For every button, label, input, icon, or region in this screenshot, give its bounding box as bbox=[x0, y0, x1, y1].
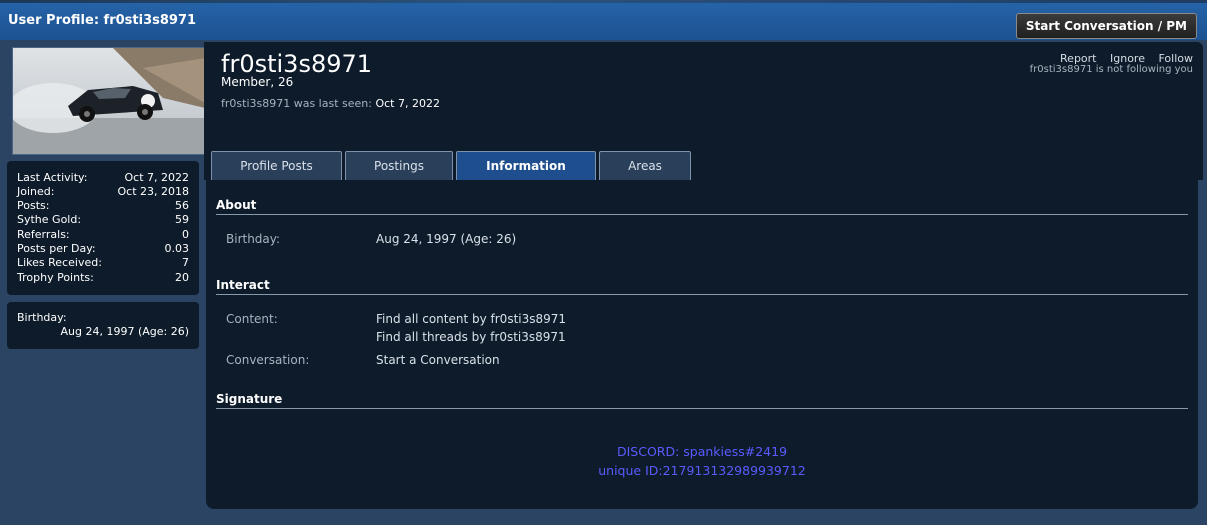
avatar-image bbox=[13, 48, 205, 154]
interact-heading: Interact bbox=[216, 278, 270, 292]
follow-status: fr0sti3s8971 is not following you bbox=[1029, 64, 1193, 75]
last-seen-label: fr0sti3s8971 was last seen: bbox=[221, 97, 372, 110]
signature-heading: Signature bbox=[216, 392, 283, 406]
stat-row: Posts per Day: 0.03 bbox=[17, 242, 189, 256]
interact-divider bbox=[216, 294, 1188, 295]
stat-value: 0 bbox=[182, 228, 189, 241]
tab-information[interactable]: Information bbox=[456, 151, 596, 180]
about-heading: About bbox=[216, 198, 257, 212]
stat-value: Oct 7, 2022 bbox=[124, 171, 189, 184]
stat-label: Trophy Points: bbox=[17, 271, 94, 284]
stat-label: Posts: bbox=[17, 199, 50, 212]
stat-row: Referrals: 0 bbox=[17, 228, 189, 242]
username: fr0sti3s8971 bbox=[221, 50, 373, 78]
stat-row: Likes Received: 7 bbox=[17, 256, 189, 270]
stat-value: 7 bbox=[182, 256, 189, 269]
stat-value: 56 bbox=[175, 199, 189, 212]
avatar[interactable] bbox=[12, 47, 206, 155]
find-all-threads-link[interactable]: Find all threads by fr0sti3s8971 bbox=[376, 330, 566, 344]
birthday-box-value: Aug 24, 1997 (Age: 26) bbox=[60, 325, 189, 338]
stat-row: Last Activity: Oct 7, 2022 bbox=[17, 171, 189, 185]
last-seen: fr0sti3s8971 was last seen: Oct 7, 2022 bbox=[221, 97, 440, 110]
stat-value: 59 bbox=[175, 213, 189, 226]
about-divider bbox=[216, 214, 1188, 215]
tab-areas[interactable]: Areas bbox=[599, 151, 691, 180]
find-all-content-link[interactable]: Find all content by fr0sti3s8971 bbox=[376, 312, 566, 326]
birthday-value: Aug 24, 1997 (Age: 26) bbox=[376, 232, 517, 246]
birthday-label: Birthday: bbox=[226, 232, 281, 246]
stat-label: Joined: bbox=[17, 185, 55, 198]
conversation-label: Conversation: bbox=[226, 353, 310, 367]
signature-divider bbox=[216, 408, 1188, 409]
start-conversation-button[interactable]: Start Conversation / PM bbox=[1015, 13, 1197, 39]
user-title: Member, 26 bbox=[221, 75, 294, 89]
stat-label: Posts per Day: bbox=[17, 242, 96, 255]
birthday-box: Birthday: Aug 24, 1997 (Age: 26) bbox=[7, 302, 199, 349]
stats-box: Last Activity: Oct 7, 2022 Joined: Oct 23,… bbox=[7, 161, 199, 295]
start-conversation-link[interactable]: Start a Conversation bbox=[376, 353, 500, 367]
stat-label: Likes Received: bbox=[17, 256, 102, 269]
stat-value: 0.03 bbox=[164, 242, 190, 255]
stat-label: Sythe Gold: bbox=[17, 213, 82, 226]
stat-row: Posts: 56 bbox=[17, 199, 189, 213]
content-label: Content: bbox=[226, 312, 278, 326]
stat-value: 20 bbox=[175, 271, 189, 284]
stat-value: Oct 23, 2018 bbox=[117, 185, 190, 198]
last-seen-date: Oct 7, 2022 bbox=[375, 97, 440, 110]
signature-unique-id: unique ID:217913132989939712 bbox=[598, 463, 806, 478]
information-content bbox=[206, 180, 1198, 509]
stat-row: Trophy Points: 20 bbox=[17, 271, 189, 285]
stat-label: Last Activity: bbox=[17, 171, 88, 184]
signature-discord: DISCORD: spankiess#2419 bbox=[616, 444, 788, 459]
stat-row: Joined: Oct 23, 2018 bbox=[17, 185, 189, 199]
tab-profile-posts[interactable]: Profile Posts bbox=[211, 151, 342, 180]
stat-label: Referrals: bbox=[17, 228, 70, 241]
title-bar: User Profile: fr0sti3s8971 Start Convers… bbox=[0, 3, 1207, 40]
stat-row: Sythe Gold: 59 bbox=[17, 213, 189, 227]
birthday-box-label: Birthday: bbox=[17, 311, 67, 324]
page-title: User Profile: fr0sti3s8971 bbox=[8, 13, 197, 28]
tab-postings[interactable]: Postings bbox=[345, 151, 453, 180]
